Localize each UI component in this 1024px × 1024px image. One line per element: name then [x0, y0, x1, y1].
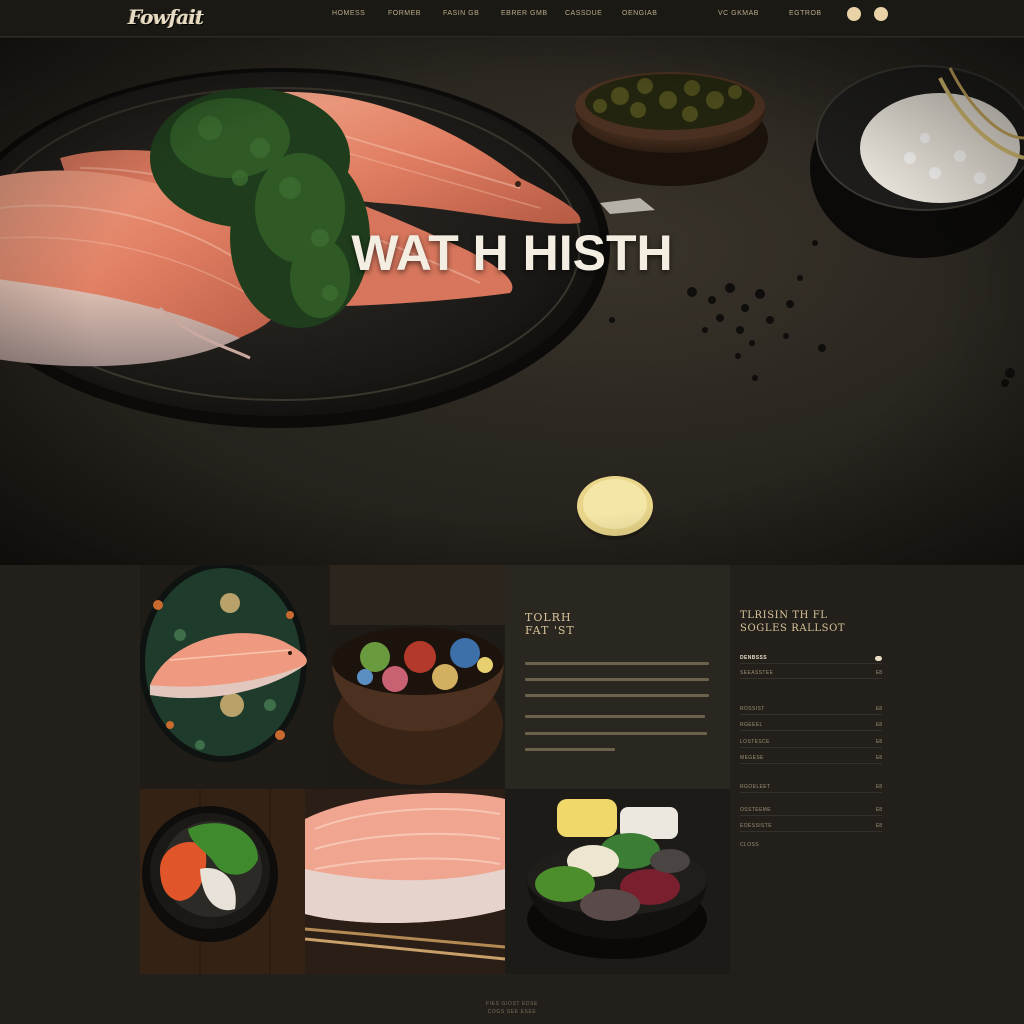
footer-line1: FIES GIOST EDSE [486, 1001, 538, 1007]
divider [740, 763, 882, 764]
divider [740, 815, 882, 816]
salmon-sashimi-image [305, 789, 505, 974]
top-navigation-bar: Fowfait HOMESS FORMEB FASIN GB EBRER GMB… [0, 0, 1024, 37]
menu-item-price: E8 [875, 670, 882, 676]
nav-item-8[interactable]: EGTROB [789, 10, 822, 17]
menu-item-label: DENBSSS [740, 655, 767, 661]
nav-item-2[interactable]: FORMEB [388, 10, 421, 17]
menu-item-label: RGOELEET [740, 784, 771, 790]
menu-item-label: SEEASSTEE [740, 670, 774, 676]
divider [740, 714, 882, 715]
menu-item[interactable]: SEEASSTEE E8 [740, 669, 882, 679]
account-dot-button[interactable] [847, 7, 861, 21]
nav-item-4[interactable]: EBRER GMB [501, 10, 548, 17]
menu-item-price: E8 [875, 755, 882, 761]
gallery-tile-rice-bowl[interactable] [140, 789, 305, 974]
menu-item-price: E8 [875, 722, 882, 728]
story-heading: TOLRH FAT 'ST [525, 611, 575, 637]
story-heading-line2: FAT 'ST [525, 624, 575, 637]
menu-item-price: E8 [875, 784, 882, 790]
divider [740, 730, 882, 731]
gallery-tile-salmon-sashimi[interactable] [305, 789, 505, 974]
menu-item-label: OSSTEEME [740, 807, 771, 813]
story-text-panel: TOLRH FAT 'ST [505, 565, 730, 789]
menu-item-label: EOESSISTE [740, 823, 772, 829]
story-text-line [525, 662, 709, 665]
menu-item-price: E8 [875, 706, 882, 712]
menu-item[interactable]: EOESSISTE E8 [740, 822, 882, 832]
divider [740, 678, 882, 679]
hero-title: WAT H HISTH [351, 225, 673, 281]
cart-dot-button[interactable] [874, 7, 888, 21]
divider [740, 831, 882, 832]
content-section: TOLRH FAT 'ST TLRISIN TH FL SOGLES RALLS… [0, 565, 1024, 1024]
menu-item[interactable]: RGEEEL E8 [740, 721, 882, 731]
nav-item-5[interactable]: CASSDUE [565, 10, 602, 17]
fish-plate-image [140, 565, 307, 762]
rice-bowl-image [140, 789, 305, 974]
menu-item[interactable]: DENBSSS [740, 654, 882, 664]
menu-heading-line1: TLRISIN TH FL [740, 610, 828, 621]
menu-item[interactable]: OSSTEEME E8 [740, 806, 882, 816]
gallery-tile-mixed-bowl[interactable] [330, 565, 505, 789]
menu-item-price: E8 [875, 739, 882, 745]
menu-item[interactable]: CLOSS [740, 841, 882, 851]
story-text-line [525, 748, 615, 751]
menu-item-price: E8 [875, 823, 882, 829]
menu-item-label: CLOSS [740, 842, 759, 848]
menu-item[interactable]: MEGESE E8 [740, 754, 882, 764]
story-text-line [525, 678, 709, 681]
hero-food-illustration [0, 38, 1024, 565]
divider [740, 747, 882, 748]
divider [740, 663, 882, 664]
hero-banner: WAT H HISTH [0, 38, 1024, 565]
menu-heading: TLRISIN TH FL SOGLES RALLSOT [740, 609, 845, 635]
story-heading-line1: TOLRH [525, 611, 572, 624]
nav-item-3[interactable]: FASIN GB [443, 10, 479, 17]
divider [740, 792, 882, 793]
nav-item-7[interactable]: VC GKMAB [718, 10, 759, 17]
footer: FIES GIOST EDSE COGS SEE ESEE [0, 1000, 1024, 1016]
story-text-line [525, 694, 709, 697]
assorted-bowl-image [505, 789, 730, 974]
gallery-tile-assorted-bowl[interactable] [505, 789, 730, 974]
menu-item-label: LOSTESCE [740, 739, 770, 745]
gallery-tile-fish-plate[interactable] [140, 565, 330, 789]
story-text-line [525, 715, 705, 718]
menu-item-label: MEGESE [740, 755, 764, 761]
menu-item-price: E8 [875, 807, 882, 813]
menu-item[interactable]: RGOELEET E8 [740, 783, 882, 793]
menu-item-active-indicator [875, 656, 882, 661]
brand-logo[interactable]: Fowfait [128, 5, 204, 29]
nav-item-6[interactable]: OENGIAB [622, 10, 657, 17]
story-text-line [525, 732, 707, 735]
menu-item-label: ROSSIST [740, 706, 765, 712]
menu-item[interactable]: ROSSIST E8 [740, 705, 882, 715]
menu-heading-line2: SOGLES RALLSOT [740, 623, 846, 634]
footer-line2: COGS SEE ESEE [487, 1009, 537, 1015]
menu-list-panel: TLRISIN TH FL SOGLES RALLSOT DENBSSS SEE… [740, 565, 890, 865]
menu-item-label: RGEEEL [740, 722, 763, 728]
mixed-bowl-image [330, 565, 505, 785]
nav-item-home[interactable]: HOMESS [332, 10, 365, 17]
menu-item[interactable]: LOSTESCE E8 [740, 738, 882, 748]
